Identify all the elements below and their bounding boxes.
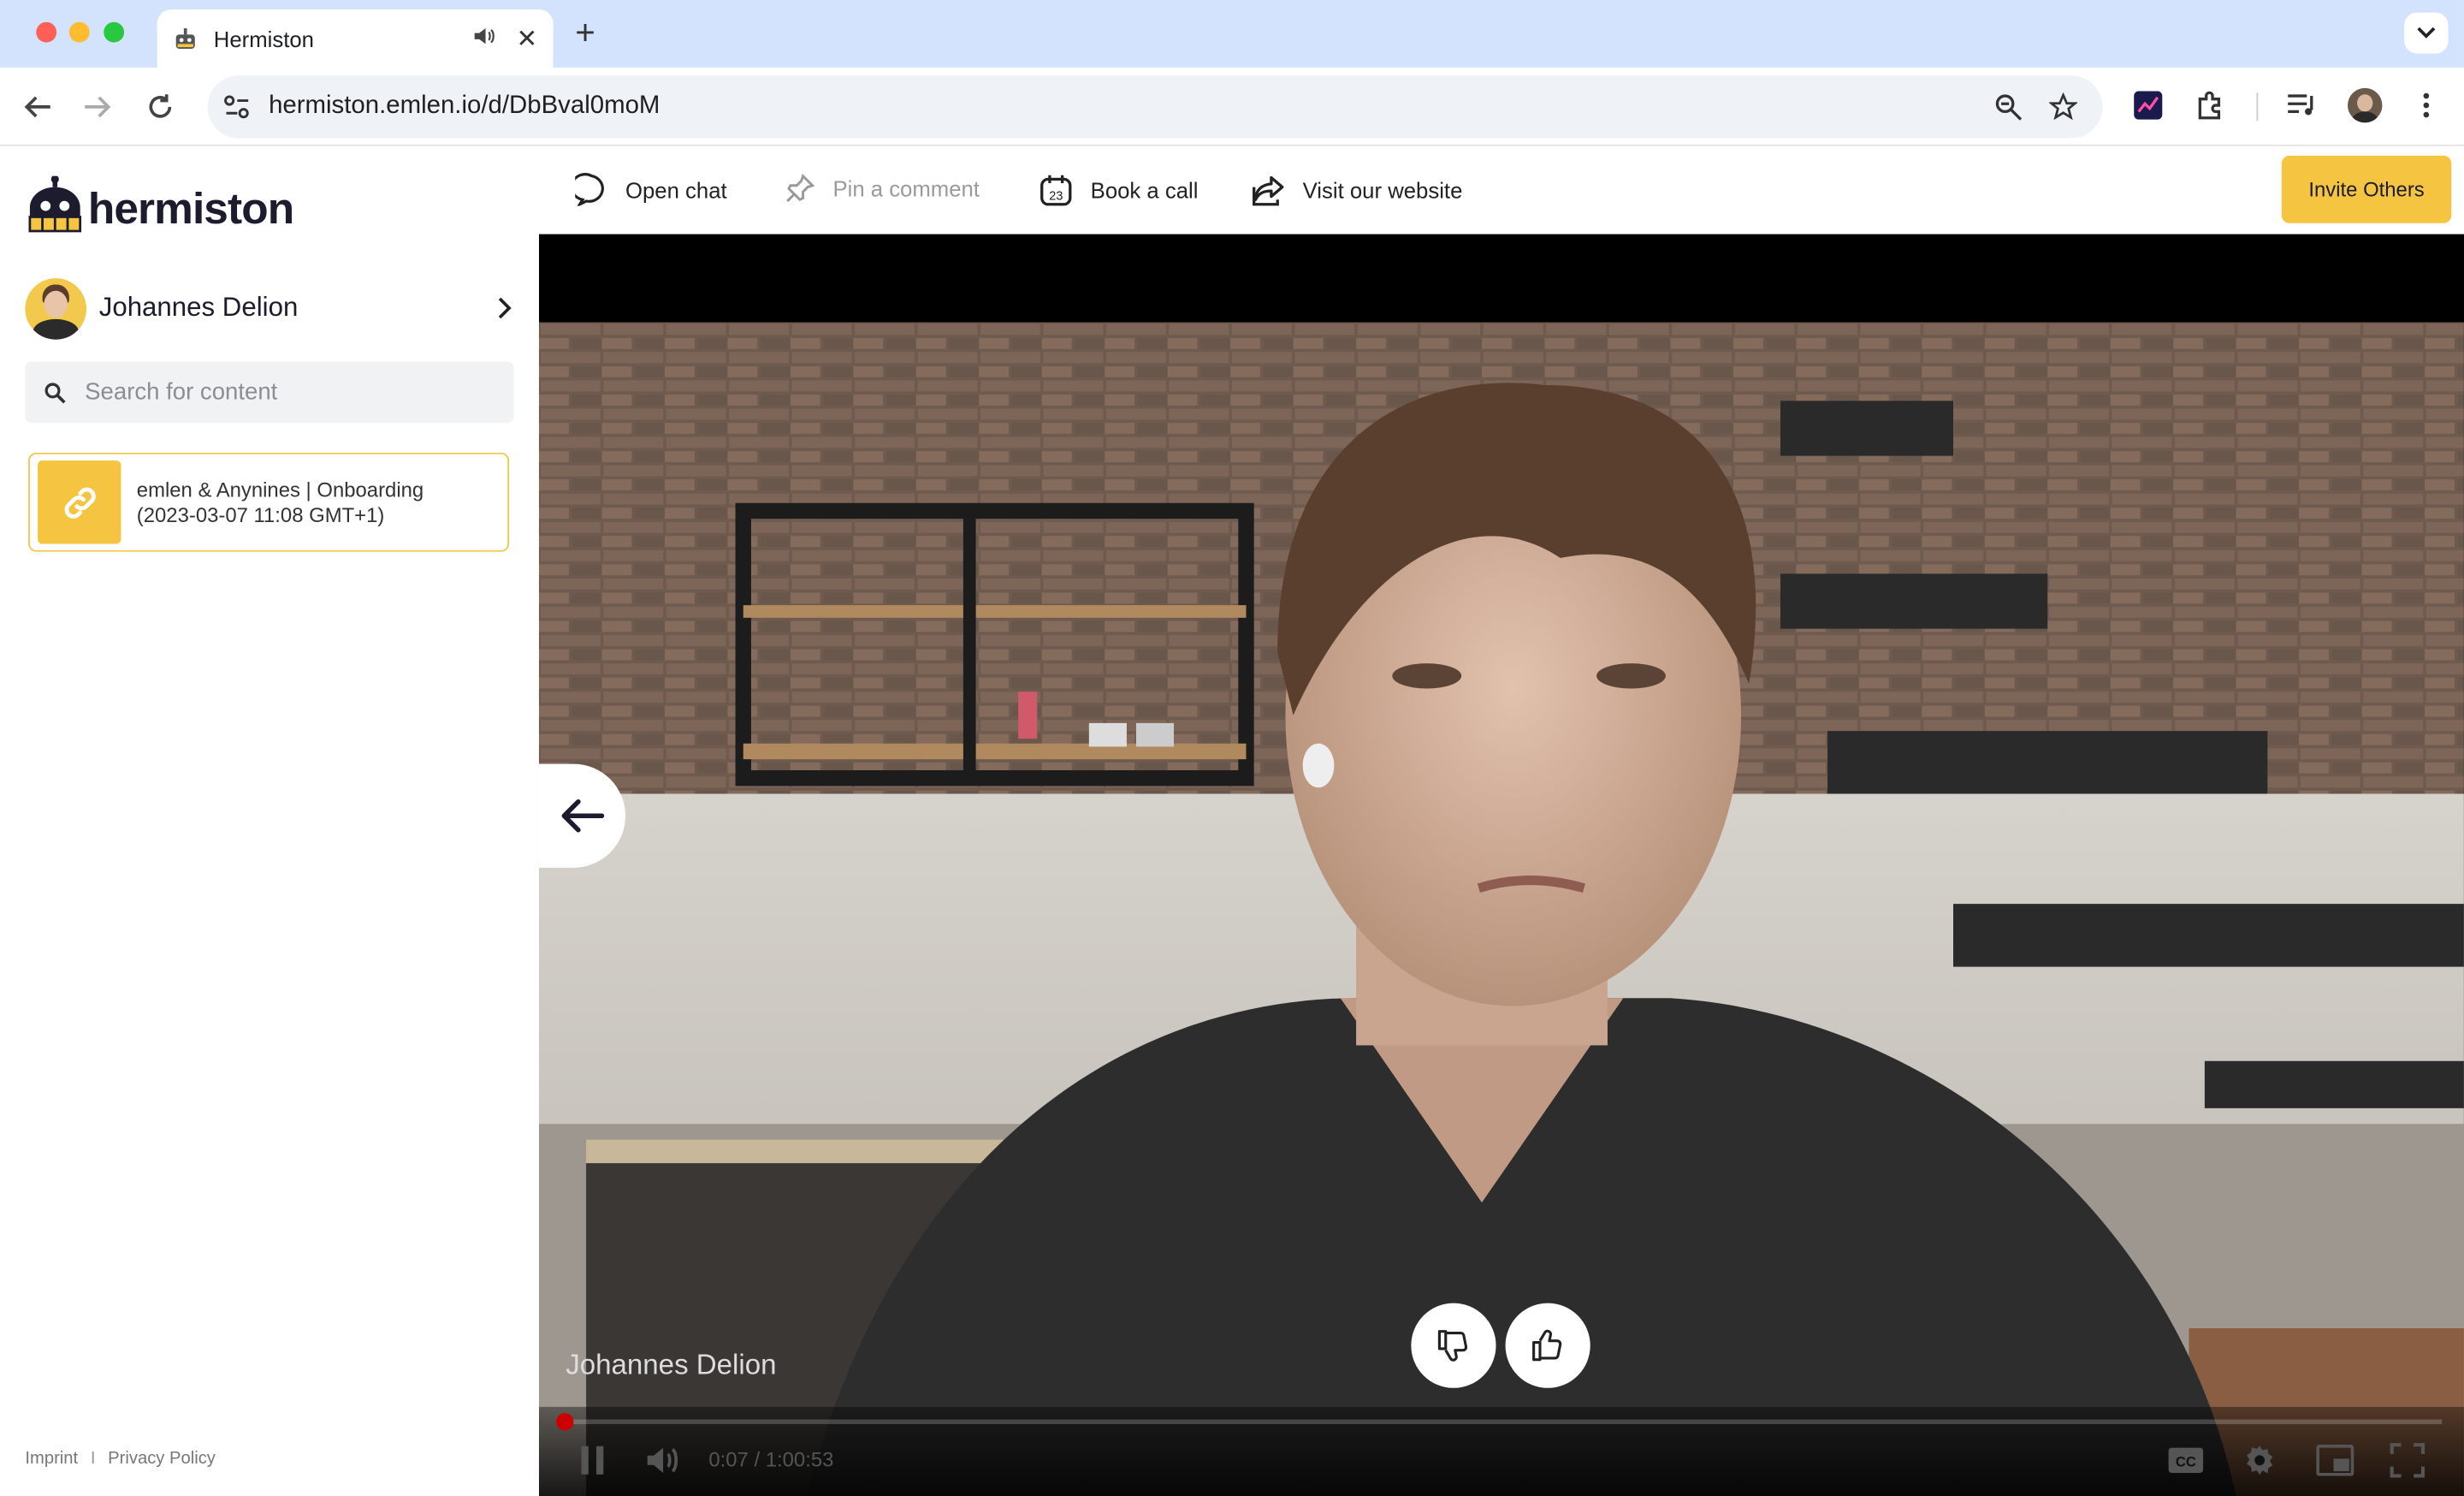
miniplayer-button[interactable] <box>2316 1441 2354 1479</box>
browser-toolbar: hermiston.emlen.io/d/DbBval0moM <box>0 67 2464 146</box>
reload-button[interactable] <box>139 86 181 128</box>
reload-icon <box>149 94 172 118</box>
back-button[interactable] <box>17 86 58 128</box>
thumbs-up-button[interactable] <box>1505 1303 1590 1388</box>
chevron-down-icon <box>2417 27 2436 39</box>
content-list-item[interactable]: emlen & Anynines | Onboarding (2023-03-0… <box>28 452 510 552</box>
svg-text:CC: CC <box>2176 1454 2196 1470</box>
robot-logo-icon <box>28 175 82 233</box>
pause-icon <box>581 1446 604 1475</box>
progress-knob[interactable] <box>556 1413 575 1431</box>
site-settings-icon[interactable] <box>223 94 252 119</box>
imprint-link[interactable]: Imprint <box>25 1449 78 1468</box>
share-icon <box>1253 175 1284 206</box>
video-frame-image <box>538 322 2464 1496</box>
tab-audio-icon[interactable] <box>472 25 495 51</box>
speaker-name-overlay: Johannes Delion <box>566 1348 777 1380</box>
volume-button[interactable] <box>646 1441 680 1479</box>
sidebar: hermiston Johannes Delion emlen & Anynin… <box>0 147 539 1496</box>
video-controls: 0:07 / 1:00:53 CC <box>538 1406 2464 1496</box>
footer-separator: I <box>90 1449 96 1469</box>
zoom-icon[interactable] <box>1994 92 2023 121</box>
brand-name: hermiston <box>87 183 294 233</box>
content-item-date: (2023-03-07 11:08 GMT+1) <box>136 502 385 526</box>
chevron-right-icon <box>498 297 512 319</box>
address-bar[interactable]: hermiston.emlen.io/d/DbBval0moM <box>207 75 2103 139</box>
maximize-window-button[interactable] <box>104 21 125 43</box>
thumbs-down-button[interactable] <box>1411 1303 1496 1388</box>
pin-icon <box>786 173 815 203</box>
profile-avatar[interactable] <box>2346 86 2384 124</box>
media-control-icon[interactable] <box>2283 86 2321 124</box>
star-icon[interactable] <box>2049 92 2078 121</box>
progress-bar[interactable] <box>556 1413 2443 1431</box>
gear-icon <box>2247 1446 2273 1475</box>
browser-titlebar: Hermiston ✕ + <box>0 0 2464 68</box>
visit-website-label: Visit our website <box>1302 177 1463 203</box>
forward-button[interactable] <box>77 86 118 128</box>
arrow-right-icon <box>85 96 111 118</box>
search-input[interactable] <box>85 378 478 406</box>
fullscreen-icon <box>2390 1443 2426 1478</box>
app-window: Hermiston ✕ + hermiston.emlen.io/d/DbBva… <box>0 0 2464 1496</box>
pause-button[interactable] <box>580 1441 605 1479</box>
extension-app-icon[interactable] <box>2129 86 2167 124</box>
browser-tab[interactable]: Hermiston ✕ <box>157 9 554 68</box>
minimize-window-button[interactable] <box>68 21 90 43</box>
thumbs-up-icon <box>1532 1329 1562 1362</box>
sidebar-footer: Imprint I Privacy Policy <box>25 1449 216 1468</box>
close-window-button[interactable] <box>36 21 57 43</box>
pin-comment-button[interactable]: Pin a comment <box>785 173 980 205</box>
calendar-day-text: 23 <box>1049 189 1063 203</box>
arrow-left-icon <box>24 96 50 118</box>
hermiston-logo[interactable]: hermiston <box>25 175 294 233</box>
toolbar-divider <box>2256 92 2259 122</box>
book-call-label: Book a call <box>1090 177 1199 203</box>
user-profile-row[interactable]: Johannes Delion <box>25 276 512 339</box>
book-call-button[interactable]: 23 Book a call <box>1039 173 1198 207</box>
pin-comment-label: Pin a comment <box>832 175 980 202</box>
browser-menu-icon[interactable] <box>2408 86 2445 124</box>
arrow-left-icon <box>560 798 604 833</box>
visit-website-button[interactable]: Visit our website <box>1251 173 1462 207</box>
fullscreen-button[interactable] <box>2390 1441 2426 1479</box>
captions-icon: CC <box>2168 1447 2204 1473</box>
link-icon <box>38 460 121 544</box>
calendar-icon: 23 <box>1040 175 1072 206</box>
thumbs-down-icon <box>1437 1330 1468 1362</box>
privacy-policy-link[interactable]: Privacy Policy <box>108 1449 216 1468</box>
invite-others-button[interactable]: Invite Others <box>2281 155 2452 223</box>
miniplayer-icon <box>2316 1444 2354 1476</box>
content-item-title: emlen & Anynines | Onboarding <box>136 477 424 501</box>
settings-button[interactable] <box>2242 1441 2277 1479</box>
content-item-text: emlen & Anynines | Onboarding (2023-03-0… <box>137 477 424 527</box>
content-search[interactable] <box>25 361 514 424</box>
new-tab-button[interactable]: + <box>575 13 595 54</box>
action-bar: Open chat Pin a comment 23 Book a call V… <box>538 147 2464 234</box>
video-player[interactable] <box>538 234 2464 1496</box>
chat-bubble-icon <box>575 173 604 206</box>
open-chat-label: Open chat <box>625 176 727 203</box>
video-letterbox-top <box>538 234 2464 323</box>
captions-button[interactable]: CC <box>2167 1441 2205 1479</box>
user-avatar <box>25 277 87 339</box>
url-text: hermiston.emlen.io/d/DbBval0moM <box>269 92 660 120</box>
search-icon <box>44 382 66 403</box>
robot-favicon-icon <box>175 27 195 49</box>
time-display: 0:07 / 1:00:53 <box>708 1447 834 1472</box>
tab-close-icon[interactable]: ✕ <box>517 23 538 55</box>
user-name: Johannes Delion <box>98 292 299 323</box>
open-chat-button[interactable]: Open chat <box>575 173 727 206</box>
tab-title: Hermiston <box>213 26 314 51</box>
volume-icon <box>647 1447 678 1473</box>
tab-search-button[interactable] <box>2404 12 2449 54</box>
extensions-puzzle-icon[interactable] <box>2192 86 2230 124</box>
